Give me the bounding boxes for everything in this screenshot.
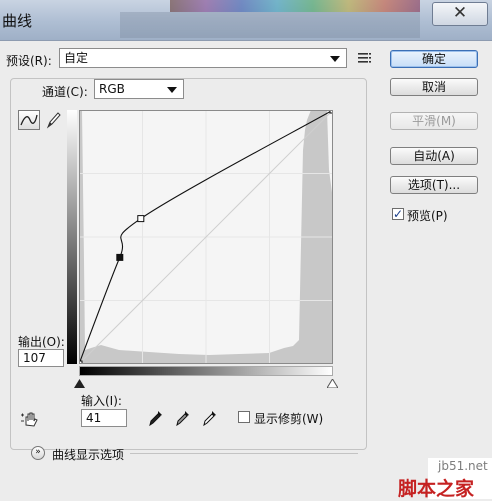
options-divider [130, 453, 358, 454]
cancel-button[interactable]: 取消 [390, 78, 478, 96]
hand-adjust-icon [21, 412, 38, 427]
output-field[interactable]: 107 [18, 349, 64, 367]
preset-options-icon[interactable] [358, 50, 372, 66]
chevron-down-icon [167, 87, 177, 93]
preview-label: 预览(P) [407, 209, 448, 223]
channel-value: RGB [99, 82, 125, 96]
eyedropper-gray-icon [176, 411, 189, 427]
preview-checkbox[interactable]: ✓ [392, 208, 404, 220]
show-clipping-label: 显示修剪(W) [254, 412, 324, 426]
eyedropper-white-icon [203, 411, 216, 427]
channel-select[interactable]: RGB [94, 79, 184, 99]
curve-graph[interactable] [79, 110, 333, 364]
preset-label: 预设(R): [6, 54, 52, 68]
black-eyedropper-button[interactable] [148, 409, 164, 430]
input-label: 输入(I): [81, 394, 122, 408]
white-eyedropper-button[interactable] [202, 409, 218, 430]
pencil-icon [46, 112, 61, 129]
watermark-brand: 脚本之家 [398, 478, 475, 500]
pencil-tool-button[interactable] [44, 110, 62, 130]
expand-options-button[interactable]: » [31, 446, 45, 460]
auto-button[interactable]: 自动(A) [390, 147, 478, 165]
curve-tool-icon [20, 114, 38, 126]
watermark-site: jb51.net [438, 459, 488, 473]
gray-eyedropper-button[interactable] [175, 409, 191, 430]
ok-button[interactable]: 确定 [390, 50, 478, 68]
checkmark-icon: ✓ [393, 207, 404, 221]
chevron-double-down-icon: » [35, 447, 41, 457]
preset-select[interactable]: 自定 [59, 48, 347, 68]
smooth-button[interactable]: 平滑(M) [390, 112, 478, 130]
curve-control-point[interactable] [137, 215, 145, 223]
output-label: 输出(O): [18, 335, 65, 349]
preset-value: 自定 [64, 51, 89, 65]
output-gradient-bar [67, 110, 77, 364]
background-color-strip [170, 0, 420, 12]
options-button[interactable]: 选项(T)... [390, 176, 478, 194]
input-field[interactable]: 41 [81, 409, 127, 427]
curve-control-point-selected[interactable] [116, 253, 124, 261]
close-button[interactable]: ✕ [432, 2, 488, 26]
title-bar-reflection [120, 12, 420, 38]
black-point-slider[interactable] [74, 377, 85, 391]
window-title: 曲线 [2, 12, 33, 30]
eyedropper-black-icon [149, 411, 162, 427]
channel-label: 通道(C): [42, 85, 88, 99]
chevron-down-icon [330, 56, 340, 62]
curve-options-label: 曲线显示选项 [52, 448, 125, 462]
input-gradient-bar [79, 366, 333, 376]
curve-edit-tool-button[interactable] [18, 110, 40, 130]
on-image-adjust-tool[interactable] [20, 409, 42, 429]
show-clipping-checkbox[interactable] [238, 411, 250, 423]
white-point-slider[interactable] [326, 377, 339, 391]
